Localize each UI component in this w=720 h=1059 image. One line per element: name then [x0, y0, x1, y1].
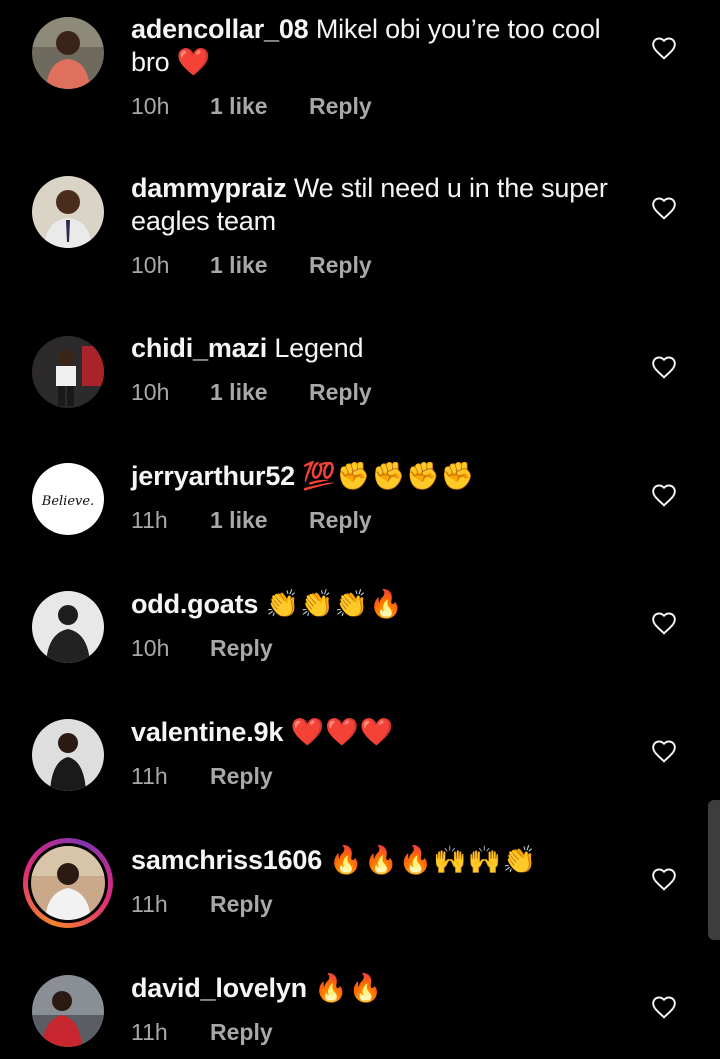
comment-meta: 10h 1 like Reply: [131, 378, 372, 406]
comment-username[interactable]: odd.goats: [131, 589, 258, 619]
reply-button[interactable]: Reply: [210, 890, 273, 918]
comment-emoji: 🔥🔥: [314, 973, 384, 1003]
comment-meta: 10h 1 like Reply: [131, 251, 372, 279]
comment-body: valentine.9k ❤️❤️❤️: [131, 716, 631, 749]
comment-emoji: 👏👏👏🔥: [265, 589, 404, 619]
comment-username[interactable]: david_lovelyn: [131, 973, 307, 1003]
comment-body: jerryarthur52 💯✊✊✊✊: [131, 460, 631, 493]
comment-username[interactable]: chidi_mazi: [131, 333, 267, 363]
comment-likes[interactable]: 1 like: [210, 506, 309, 534]
comment-body: adencollar_08 Mikel obi you’re too cool …: [131, 13, 631, 79]
comment-body: samchriss1606 🔥🔥🔥🙌🙌👏: [131, 844, 631, 877]
avatar[interactable]: [32, 719, 104, 791]
heart-outline-icon[interactable]: [651, 483, 677, 507]
comment-username[interactable]: samchriss1606: [131, 845, 322, 875]
comment-emoji: 🔥🔥🔥🙌🙌👏: [329, 845, 538, 875]
comment-time: 10h: [131, 379, 170, 405]
comment-time: 10h: [131, 93, 170, 119]
comment-username[interactable]: adencollar_08: [131, 14, 309, 44]
comment-username[interactable]: jerryarthur52: [131, 461, 295, 491]
avatar[interactable]: Believe.: [32, 463, 104, 535]
comment-text: Legend: [274, 333, 364, 363]
avatar[interactable]: [32, 591, 104, 663]
avatar[interactable]: [32, 336, 104, 408]
reply-button[interactable]: Reply: [210, 1018, 273, 1046]
heart-outline-icon[interactable]: [651, 611, 677, 635]
avatar-logo-text: Believe.: [41, 494, 94, 509]
heart-outline-icon[interactable]: [651, 739, 677, 763]
comment-emoji: ❤️❤️❤️: [290, 717, 395, 747]
reply-button[interactable]: Reply: [210, 634, 273, 662]
comment-time: 11h: [131, 891, 168, 917]
comment-meta: 10h 1 like Reply: [131, 92, 372, 120]
comment-emoji: 💯✊✊✊✊: [302, 461, 476, 491]
comment-body: david_lovelyn 🔥🔥: [131, 972, 631, 1005]
reply-button[interactable]: Reply: [309, 92, 372, 120]
comment-time: 10h: [131, 252, 170, 278]
comment-meta: 11h 1 like Reply: [131, 506, 372, 534]
heart-outline-icon[interactable]: [651, 995, 677, 1019]
comment-time: 11h: [131, 1019, 168, 1045]
comment-emoji: ❤️: [176, 47, 212, 77]
comment-time: 10h: [131, 635, 170, 661]
comment-likes[interactable]: 1 like: [210, 251, 309, 279]
avatar[interactable]: [32, 17, 104, 89]
comment-likes[interactable]: 1 like: [210, 92, 309, 120]
comment-meta: 11h Reply: [131, 1018, 273, 1046]
comment-meta: 10h Reply: [131, 634, 273, 662]
comment-body: odd.goats 👏👏👏🔥: [131, 588, 631, 621]
heart-outline-icon[interactable]: [651, 36, 677, 60]
reply-button[interactable]: Reply: [309, 378, 372, 406]
avatar[interactable]: [32, 176, 104, 248]
comment-time: 11h: [131, 507, 168, 533]
scrollbar-thumb[interactable]: [708, 800, 720, 940]
comment-username[interactable]: dammypraiz: [131, 173, 287, 203]
comment-time: 11h: [131, 763, 168, 789]
heart-outline-icon[interactable]: [651, 355, 677, 379]
heart-outline-icon[interactable]: [651, 196, 677, 220]
comment-meta: 11h Reply: [131, 762, 273, 790]
reply-button[interactable]: Reply: [309, 251, 372, 279]
reply-button[interactable]: Reply: [210, 762, 273, 790]
avatar-story-ring[interactable]: [23, 838, 113, 928]
comment-meta: 11h Reply: [131, 890, 273, 918]
comment-body: chidi_mazi Legend: [131, 332, 631, 365]
reply-button[interactable]: Reply: [309, 506, 372, 534]
comment-body: dammypraiz We stil need u in the super e…: [131, 172, 631, 238]
avatar[interactable]: [32, 975, 104, 1047]
comment-username[interactable]: valentine.9k: [131, 717, 283, 747]
heart-outline-icon[interactable]: [651, 867, 677, 891]
comment-likes[interactable]: 1 like: [210, 378, 309, 406]
